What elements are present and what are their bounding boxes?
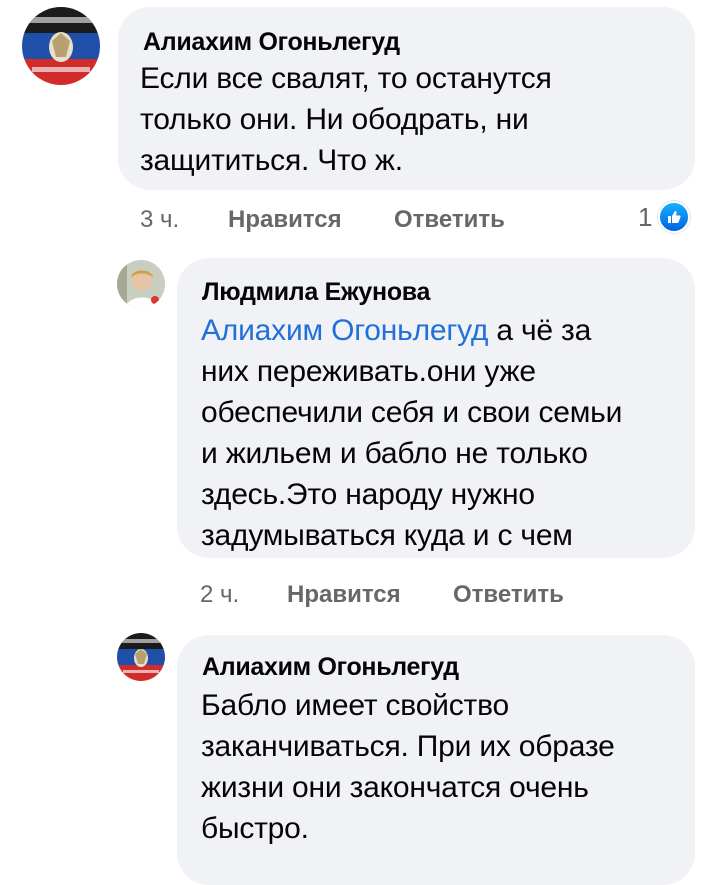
comment-text-line: задумываться куда и с чем <box>201 519 573 552</box>
comment-text: Алиахим Огоньлегуд а чё за них переживат… <box>201 310 622 556</box>
person-avatar-icon <box>117 260 165 308</box>
reply-button[interactable]: Ответить <box>394 206 505 234</box>
comment-text-line: здесь.Это народу нужно <box>201 478 535 511</box>
author-avatar[interactable] <box>117 260 165 308</box>
comment-text-line: Алиахим Огоньлегуд а чё за <box>201 310 622 351</box>
comment-text-line: обеспечили себя и свои семьи <box>201 396 623 429</box>
comment-actions: 3 ч. Нравится Ответить <box>140 206 560 236</box>
comment-text-line: быстро. <box>201 812 309 845</box>
mention-link[interactable]: Алиахим Огоньлегуд <box>201 314 488 347</box>
flag-avatar-icon <box>117 633 165 681</box>
comment-text-line: только они. Ни ободрать, ни <box>140 103 529 136</box>
flag-avatar-icon <box>22 7 100 85</box>
thumbs-up-icon <box>658 201 691 233</box>
reply-comment: Алиахим Огоньлегуд Бабло имеет свойство … <box>0 620 720 885</box>
comment-time[interactable]: 3 ч. <box>140 206 179 234</box>
comment-text-line: Если все свалят, то останутся <box>140 62 552 95</box>
comment-text: Бабло имеет свойство заканчиваться. При … <box>201 685 615 849</box>
author-avatar[interactable] <box>22 7 100 85</box>
comment-text-line: и жильем и бабло не только <box>201 437 588 470</box>
comment-author[interactable]: Алиахим Огоньлегуд <box>143 28 400 57</box>
comment-author[interactable]: Алиахим Огоньлегуд <box>202 653 459 682</box>
comment-text-line: них переживать.они уже <box>201 355 536 388</box>
comment-text-line: заканчиваться. При их образе <box>201 730 615 763</box>
comment-actions: 2 ч. Нравится Ответить <box>200 581 620 611</box>
comment-text-line: Бабло имеет свойство <box>201 689 509 722</box>
comment-text-line: жизни они закончатся очень <box>201 771 589 804</box>
comment-author[interactable]: Людмила Ежунова <box>202 278 430 307</box>
comment-text-fragment: а чё за <box>496 314 592 347</box>
comment-text-line: защититься. Что ж. <box>140 144 403 177</box>
reply-button[interactable]: Ответить <box>453 581 564 609</box>
author-avatar[interactable] <box>117 633 165 681</box>
like-button[interactable]: Нравится <box>228 206 342 234</box>
like-button[interactable]: Нравится <box>287 581 401 609</box>
reply-comment: Людмила Ежунова Алиахим Огоньлегуд а чё … <box>0 250 720 620</box>
reaction-count: 1 <box>638 201 653 232</box>
reaction-summary[interactable]: 1 <box>638 201 691 233</box>
comment-text: Если все свалят, то останутся только они… <box>140 58 552 181</box>
comment-time[interactable]: 2 ч. <box>200 581 239 609</box>
comment: Алиахим Огоньлегуд Если все свалят, то о… <box>0 0 720 250</box>
